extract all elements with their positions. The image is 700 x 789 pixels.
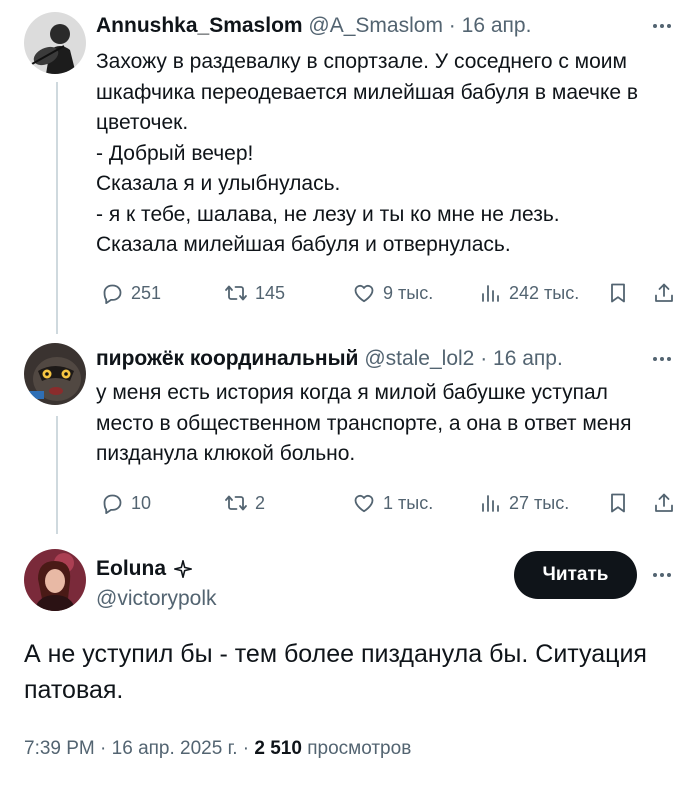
repost-icon — [225, 495, 247, 511]
bookmark-button[interactable] — [606, 278, 630, 308]
share-icon — [655, 283, 673, 302]
bookmark-button[interactable] — [606, 488, 630, 518]
reply-button[interactable]: 10 — [100, 488, 151, 518]
reply-icon — [103, 494, 122, 514]
separator: · — [242, 738, 250, 759]
main-username[interactable]: @victorypolk — [96, 586, 217, 612]
views-icon — [482, 495, 499, 512]
tweet-text: Захожу в раздевалку в спортзале. У сосед… — [96, 50, 639, 256]
reply-button[interactable]: 251 — [100, 278, 161, 308]
separator: · — [480, 347, 488, 370]
more-icon[interactable] — [648, 16, 676, 36]
main-display-name[interactable]: Eoluna — [96, 556, 194, 582]
display-name[interactable]: Annushka_Smaslom — [96, 14, 303, 37]
like-icon — [354, 494, 374, 513]
separator: · — [448, 14, 456, 37]
more-icon[interactable] — [648, 565, 676, 585]
repost-button[interactable]: 2 — [224, 488, 265, 518]
more-icon[interactable] — [648, 349, 676, 369]
tweet-meta: 7:39 PM · 16 апр. 2025 г. · 2 510 просмо… — [24, 736, 411, 762]
tweet-header: пирожёк координальный @stale_lol2 · 16 а… — [96, 346, 563, 372]
username[interactable]: @stale_lol2 — [364, 347, 474, 370]
tweet-text: у меня есть история когда я милой бабушк… — [96, 381, 632, 465]
separator: · — [100, 738, 107, 759]
share-icon — [655, 493, 673, 512]
like-button[interactable]: 9 тыс. — [352, 278, 433, 308]
tweet-actions: 10 2 1 тыс. 27 тыс. — [0, 488, 700, 518]
views-label: просмотров — [307, 738, 412, 759]
bookmark-icon — [611, 493, 625, 513]
like-count: 9 тыс. — [383, 283, 434, 303]
avatar-pirozhek[interactable] — [24, 343, 86, 405]
main-tweet-text: А не уступил бы - тем более пизданула бы… — [24, 640, 647, 704]
tweet-date[interactable]: 16 апр. 2025 г. — [112, 738, 238, 759]
repost-count: 2 — [255, 493, 266, 513]
share-button[interactable] — [652, 488, 676, 518]
reply-count: 10 — [131, 493, 152, 513]
repost-button[interactable]: 145 — [224, 278, 285, 308]
views-icon — [482, 285, 499, 302]
avatar-eoluna[interactable] — [24, 549, 86, 611]
repost-icon — [225, 285, 247, 301]
tweet-date[interactable]: 16 апр. — [462, 14, 532, 37]
display-name[interactable]: Eoluna — [96, 556, 166, 582]
views-button[interactable]: 27 тыс. — [478, 488, 569, 518]
display-name[interactable]: пирожёк координальный — [96, 347, 358, 370]
avatar-annushka[interactable] — [24, 12, 86, 74]
views-count: 27 тыс. — [509, 493, 570, 513]
tweet-time[interactable]: 7:39 PM — [24, 738, 95, 759]
views-button[interactable]: 242 тыс. — [478, 278, 579, 308]
like-count: 1 тыс. — [383, 493, 434, 513]
share-button[interactable] — [652, 278, 676, 308]
like-button[interactable]: 1 тыс. — [352, 488, 433, 518]
repost-count: 145 — [255, 283, 286, 303]
bookmark-icon — [611, 283, 625, 303]
like-icon — [354, 284, 374, 303]
reply-icon — [103, 284, 122, 304]
tweet-header: Annushka_Smaslom @A_Smaslom · 16 апр. — [96, 13, 531, 39]
tweet-date[interactable]: 16 апр. — [493, 347, 563, 370]
views-total: 2 510 — [254, 738, 302, 759]
username[interactable]: @A_Smaslom — [308, 14, 443, 37]
sparkle-badge-icon — [173, 559, 193, 579]
tweet-actions: 251 145 9 тыс. 242 тыс. — [0, 278, 700, 308]
read-button[interactable]: Читать — [514, 551, 637, 599]
reply-count: 251 — [131, 283, 162, 303]
views-count: 242 тыс. — [509, 283, 580, 303]
